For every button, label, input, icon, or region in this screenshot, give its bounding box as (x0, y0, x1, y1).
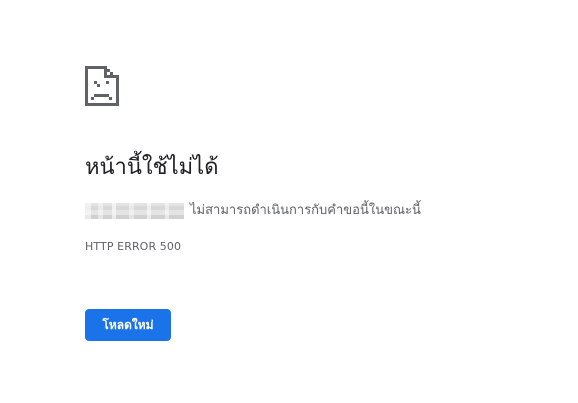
error-page: หน้านี้ใช้ไม่ได้ ไม่สามารถดำเนินการกับคำ… (0, 0, 578, 403)
redacted-hostname (85, 203, 184, 219)
sad-page-icon (85, 66, 119, 106)
error-title: หน้านี้ใช้ไม่ได้ (85, 155, 219, 180)
error-detail-text: ไม่สามารถดำเนินการกับคำขอนี้ในขณะนี้ (190, 203, 421, 218)
error-detail: ไม่สามารถดำเนินการกับคำขอนี้ในขณะนี้ (85, 201, 421, 221)
error-code: HTTP ERROR 500 (85, 240, 182, 253)
reload-button[interactable]: โหลดใหม่ (85, 309, 171, 341)
